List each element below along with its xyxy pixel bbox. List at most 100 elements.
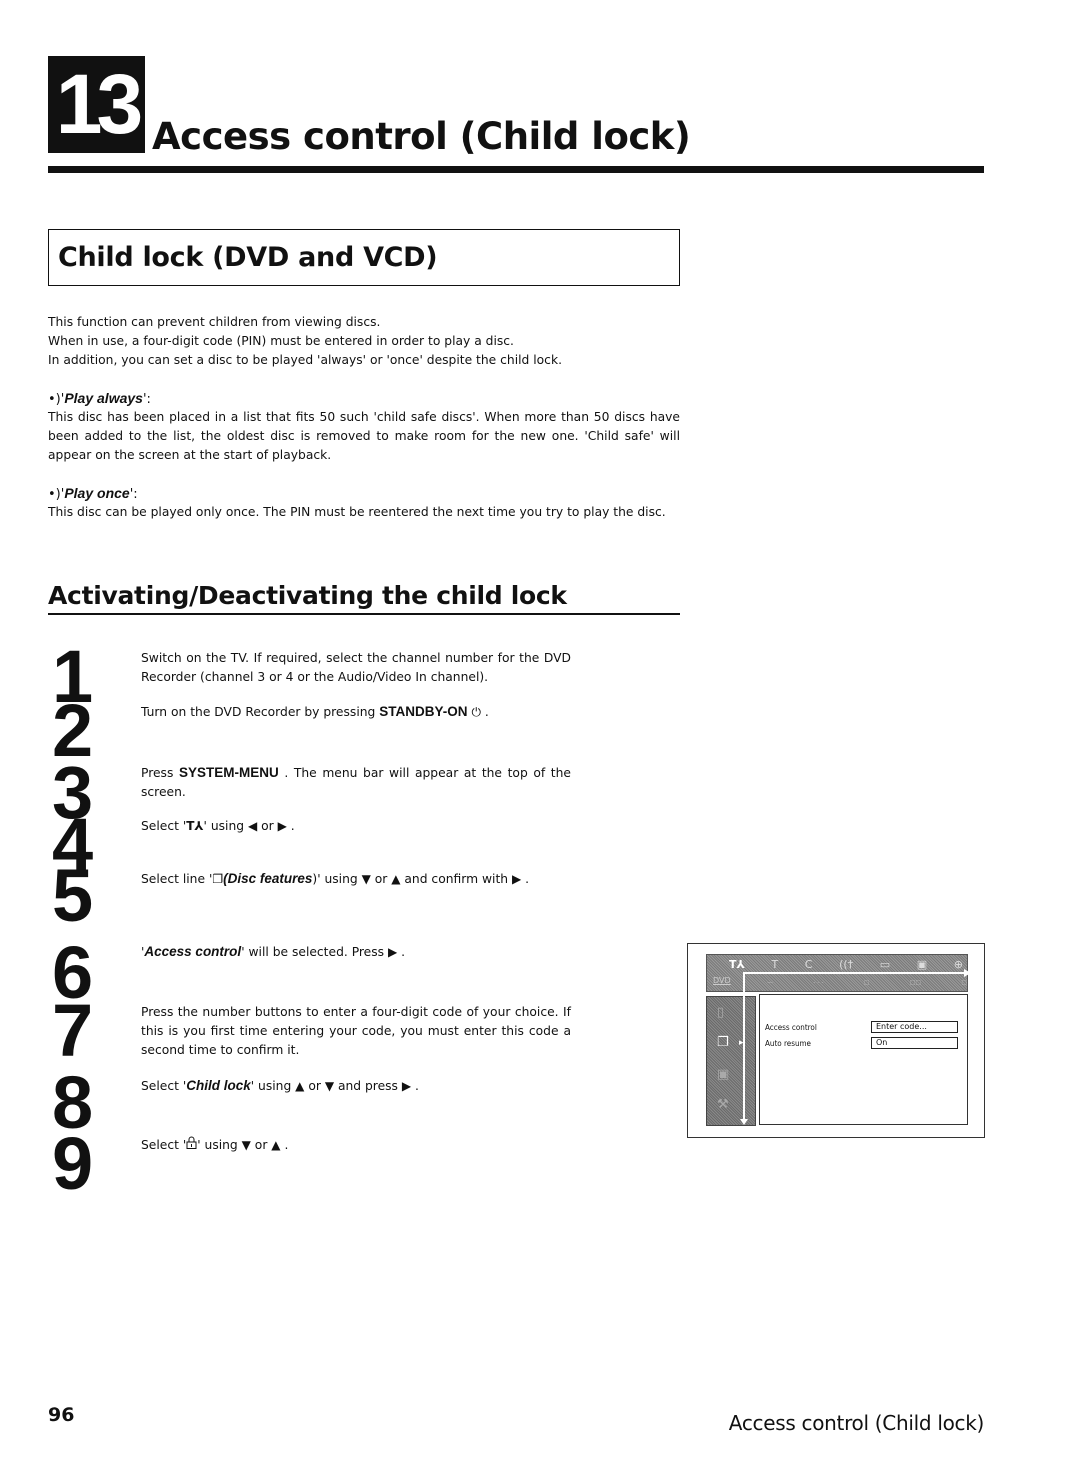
subsection-title: Activating/Deactivating the child lock	[48, 581, 567, 610]
option-description: This disc can be played only once. The P…	[48, 505, 666, 519]
dvd-logo: DVD	[713, 976, 731, 985]
down-arrow-icon: ▼	[241, 1138, 251, 1152]
text: .	[521, 872, 530, 886]
text: Select '	[141, 1138, 187, 1152]
tv-menu-illustration: T⅄ T C ((† ▭ ▣ ⊕ DVD — - - - □ □□ □ ▯ ❐ …	[687, 943, 985, 1138]
text: .	[480, 705, 489, 719]
menu-bar-divider	[743, 972, 745, 993]
step-7-text: Press the number buttons to enter a four…	[141, 1005, 571, 1057]
text: Select '	[141, 1079, 187, 1093]
row-value: On	[871, 1037, 958, 1049]
option-label-play-once: •)'Play once':	[48, 484, 138, 504]
text: ' will be selected. Press	[241, 945, 388, 959]
row-label: Access control	[765, 1023, 817, 1032]
row-value: Enter code...	[871, 1021, 958, 1033]
step-number: 7	[52, 989, 94, 1072]
section-title-box: Child lock (DVD and VCD)	[48, 229, 680, 286]
settings-panel: Access control Enter code... Auto resume…	[759, 994, 968, 1125]
intro-line: When in use, a four-digit code (PIN) mus…	[48, 334, 514, 348]
text: ' using	[203, 819, 248, 833]
intro-line: In addition, you can set a disc to be pl…	[48, 353, 562, 367]
key-label: SYSTEM-MENU	[178, 765, 279, 780]
left-arrow-icon: ◀	[247, 819, 258, 833]
video-icon: ▣	[717, 1067, 730, 1082]
audio-icon: ((†	[839, 957, 854, 971]
step-3-text: Press SYSTEM-MENU . The menu bar will ap…	[141, 763, 571, 802]
step-2-text: Turn on the DVD Recorder by pressing STA…	[141, 702, 571, 722]
chapter-title: Access control (Child lock)	[152, 115, 691, 158]
option-label-play-always: •)'Play always':	[48, 389, 151, 409]
key-label: STANDBY-ON	[379, 704, 468, 719]
text: .	[411, 1079, 419, 1093]
row-label: Auto resume	[765, 1039, 811, 1048]
text: Turn on the DVD Recorder by pressing	[141, 705, 380, 719]
chapter-number: 13	[48, 56, 145, 153]
up-arrow-icon: ▲	[271, 1138, 281, 1152]
subtitle-icon: ▭	[879, 957, 891, 971]
subsection-rule	[48, 613, 680, 615]
text: )' using	[312, 872, 362, 886]
page-number: 96	[48, 1404, 75, 1426]
menu-bar-subitems: — - - - □ □□ □	[767, 979, 967, 986]
text: Press	[141, 766, 179, 780]
text: and press	[334, 1079, 402, 1093]
step-5-text: Select line '❐(Disc features)' using ▼ o…	[141, 869, 571, 889]
text: .	[286, 819, 295, 833]
right-arrow-icon: ▶	[387, 945, 398, 959]
camera-angle-icon: ▣	[916, 957, 928, 971]
text: ' using	[250, 1079, 296, 1093]
text: Select line '	[141, 872, 213, 886]
subitem: - - -	[813, 979, 824, 986]
wrench-icon: ⚒	[717, 1097, 729, 1112]
bullet-suffix: ':	[129, 487, 138, 502]
down-arrow-icon: ▼	[361, 872, 371, 886]
chapter-rule	[48, 166, 984, 173]
side-menu-arrow	[740, 991, 747, 1125]
menu-item-name: (Disc features	[223, 871, 313, 886]
text: or	[370, 872, 392, 886]
option-name: Play always	[64, 390, 143, 406]
right-arrow-icon: ▶	[401, 1079, 412, 1093]
menu-bar-arrow	[743, 969, 971, 976]
step-9-text: Select ' ' using ▼ or ▲ .	[141, 1136, 571, 1155]
menu-bar: T⅄ T C ((† ▭ ▣ ⊕ DVD — - - - □ □□ □	[706, 954, 971, 993]
text: or	[304, 1079, 325, 1093]
lock-icon	[186, 1136, 197, 1155]
settings-tools-icon: T⅄	[729, 957, 745, 971]
settings-tools-icon: T⅄	[186, 819, 204, 833]
menu-item-name: Access control	[144, 944, 242, 959]
step-number: 9	[52, 1122, 94, 1205]
disc-features-icon: ❐	[212, 872, 224, 886]
right-arrow-icon: ▶	[277, 819, 287, 833]
text: Select '	[141, 819, 187, 833]
section-title: Child lock (DVD and VCD)	[58, 242, 438, 273]
text: .	[397, 945, 406, 959]
zoom-icon: ⊕	[953, 957, 963, 971]
power-icon: ⏻	[471, 705, 481, 719]
down-arrow-icon: ▼	[324, 1079, 335, 1093]
step-8-text: Select 'Child lock' using ▲ or ▼ and pre…	[141, 1076, 571, 1096]
step-6-text: 'Access control' will be selected. Press…	[141, 942, 571, 962]
text: and confirm with	[400, 872, 512, 886]
option-name: Play once	[64, 485, 130, 501]
option-description: This disc has been placed in a list that…	[48, 410, 680, 462]
step-number: 5	[52, 854, 94, 937]
right-arrow-icon: ▶	[512, 872, 522, 886]
remote-icon: ▯	[717, 1005, 725, 1020]
step-4-text: Select 'T⅄' using ◀ or ▶ .	[141, 817, 571, 836]
disc-features-icon: ❐	[717, 1035, 729, 1050]
subitem: □□	[909, 979, 922, 986]
intro-line: This function can prevent children from …	[48, 315, 381, 329]
menu-item-name: Child lock	[186, 1078, 251, 1093]
text: .	[280, 1138, 289, 1152]
side-menu: ▯ ❐ ▸ ▣ ⚒	[706, 991, 756, 1126]
bullet-prefix: •)'	[48, 487, 65, 502]
text: ' using	[197, 1138, 242, 1152]
text: or	[250, 1138, 272, 1152]
selection-arrow-icon: ▸	[739, 1038, 744, 1048]
chapter-icon: C	[804, 957, 813, 971]
subitem: □	[961, 979, 967, 986]
footer-title: Access control (Child lock)	[728, 1411, 985, 1435]
subitem: —	[767, 979, 773, 986]
text: or	[257, 819, 278, 833]
